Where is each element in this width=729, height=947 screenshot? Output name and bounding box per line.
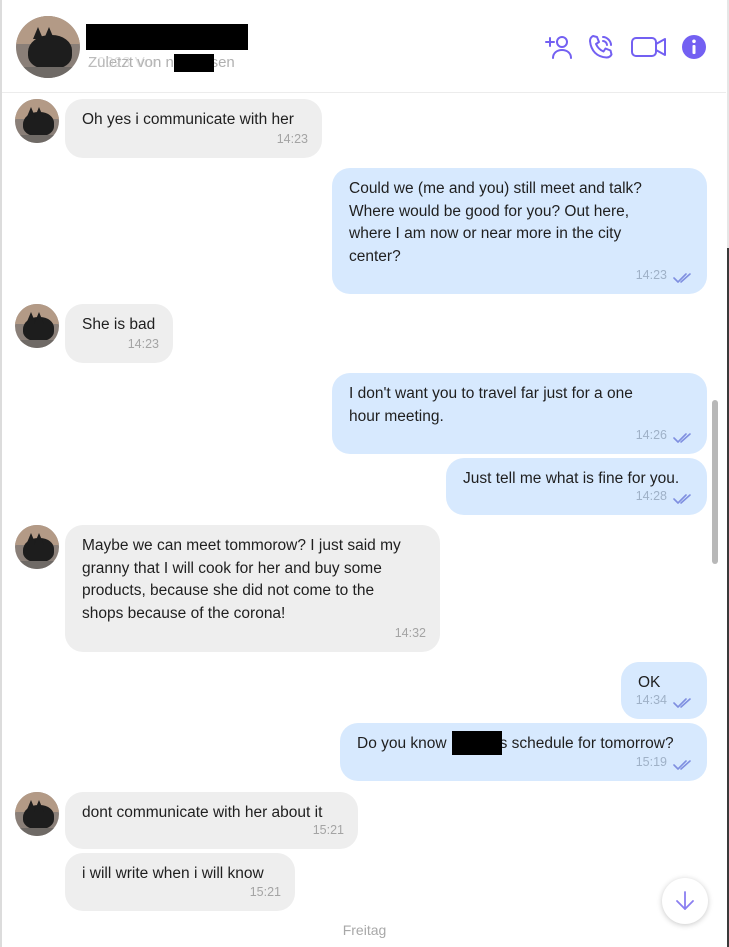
day-separator: Freitag [342,922,387,938]
message-meta: 14:26 [636,424,693,447]
outgoing-message[interactable]: Could we (me and you) still meet and tal… [332,168,707,294]
double-check-icon [673,756,693,770]
double-check-icon [673,429,693,443]
message-time: 14:23 [276,131,308,146]
incoming-message[interactable]: i will write when i will know 15:21 [65,853,295,911]
incoming-message[interactable]: Oh yes i communicate with her 14:23 [65,99,322,158]
message-meta: 14:32 [395,622,426,645]
message-meta: 15:21 [313,819,344,842]
incoming-message[interactable]: dont communicate with her about it 15:21 [65,792,358,849]
scrollbar-thumb[interactable] [712,400,718,564]
outgoing-message[interactable]: I don't want you to travel far just for … [332,373,707,454]
message-time: 14:26 [635,427,667,442]
message-meta: 14:23 [128,333,159,356]
double-check-icon [673,269,693,283]
phone-icon[interactable] [586,32,616,62]
message-avatar[interactable] [15,99,59,143]
message-avatar[interactable] [15,304,59,348]
incoming-message[interactable]: Maybe we can meet tommorow? I just said … [65,525,440,652]
double-check-icon [673,694,693,708]
incoming-message[interactable]: She is bad 14:23 [65,304,173,363]
message-time: 14:23 [127,336,159,351]
message-text: i will write when i will know [82,865,264,882]
message-meta: 15:19 [636,751,693,774]
message-time: 14:34 [635,692,667,707]
message-time: 15:19 [635,754,667,769]
message-meta: 14:28 [636,485,693,508]
message-text: dont communicate with her about it [82,804,323,821]
message-text: Maybe we can meet tommorow? I just said … [82,537,401,622]
message-time: 15:21 [249,884,281,899]
message-time: 14:23 [635,267,667,282]
message-text: I don't want you to travel far just for … [349,385,633,425]
status-redaction [174,54,214,72]
window-left-edge [0,0,2,947]
name-redaction [452,731,502,755]
last-seen-status-overlay: Z0023 Vor [88,54,158,71]
message-avatar[interactable] [15,792,59,836]
video-camera-icon[interactable] [630,32,668,62]
add-contact-icon[interactable] [544,32,574,62]
message-meta: 14:23 [277,128,308,151]
arrow-down-icon [676,891,694,910]
message-text-part: 's schedule for tomorrow? [496,735,674,752]
message-time: 14:32 [394,625,426,640]
message-meta: 15:21 [250,881,281,904]
message-text-part: Do you know [357,735,447,752]
info-icon[interactable] [681,34,707,60]
double-check-icon [673,490,693,504]
message-meta: 14:23 [636,264,693,287]
outgoing-message[interactable]: Do you know 's schedule for tomorrow? 15:… [340,723,707,781]
outgoing-message[interactable]: Just tell me what is fine for you. 14:28 [446,458,707,515]
message-time: 14:28 [635,488,667,503]
contact-name-redacted[interactable] [86,24,248,50]
message-time: 15:21 [312,822,344,837]
scroll-to-bottom-button[interactable] [662,878,708,924]
message-avatar[interactable] [15,525,59,569]
contact-avatar[interactable] [16,16,80,78]
outgoing-message[interactable]: OK 14:34 [621,662,707,719]
message-text: Could we (me and you) still meet and tal… [349,180,642,265]
chat-header: Zuletzt von n. gelesen Z0023 Vor [2,0,726,93]
message-text: Oh yes i communicate with her [82,111,294,128]
message-meta: 14:34 [636,689,693,712]
